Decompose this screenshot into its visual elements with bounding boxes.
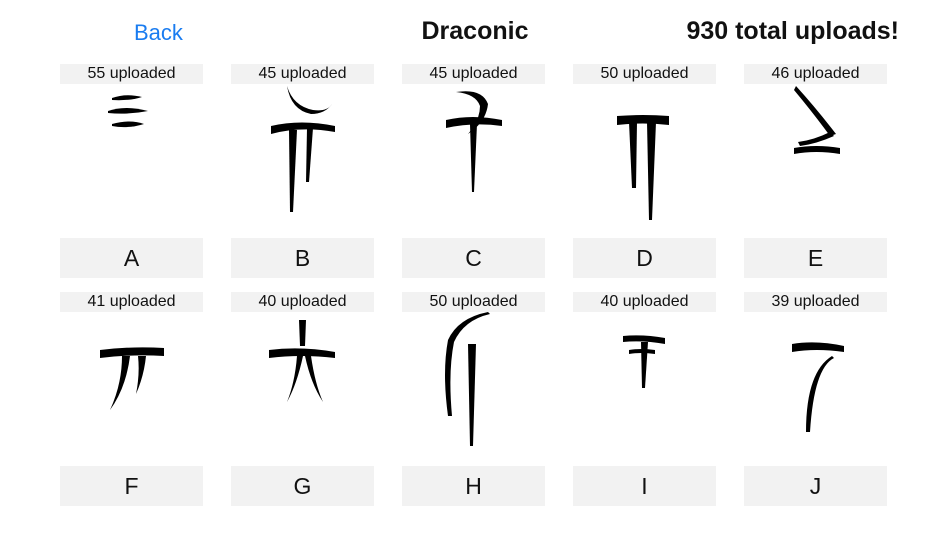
letter-grid: 55 uploaded A 45 uploaded B 45 uploaded xyxy=(60,64,888,508)
letter-cell-h[interactable]: 50 uploaded H xyxy=(402,292,545,506)
letter-label: J xyxy=(809,473,822,499)
letter-label: C xyxy=(465,245,482,271)
letter-label: B xyxy=(294,245,311,271)
glyph-image-a xyxy=(60,84,203,238)
glyph-image-j xyxy=(744,312,887,466)
glyph-image-e xyxy=(744,84,887,238)
letter-cell-e[interactable]: 46 uploaded E xyxy=(744,64,887,278)
letter-label: A xyxy=(123,245,140,271)
letter-cell-c[interactable]: 45 uploaded C xyxy=(402,64,545,278)
letter-label: D xyxy=(636,245,653,271)
letter-cell-f[interactable]: 41 uploaded F xyxy=(60,292,203,506)
letter-label: H xyxy=(465,473,482,499)
upload-count: 55 uploaded xyxy=(87,65,176,82)
upload-count: 46 uploaded xyxy=(771,65,860,82)
letter-label: G xyxy=(293,473,312,499)
upload-count: 50 uploaded xyxy=(429,293,518,310)
upload-count: 40 uploaded xyxy=(600,293,689,310)
letter-label: F xyxy=(124,473,139,499)
top-bar: Back Draconic 930 total uploads! xyxy=(0,0,950,64)
letter-cell-i[interactable]: 40 uploaded I xyxy=(573,292,716,506)
upload-count: 39 uploaded xyxy=(771,293,860,310)
upload-count: 41 uploaded xyxy=(87,293,176,310)
letter-cell-j[interactable]: 39 uploaded J xyxy=(744,292,887,506)
letter-label: I xyxy=(641,473,648,499)
letter-cell-a[interactable]: 55 uploaded A xyxy=(60,64,203,278)
upload-count: 40 uploaded xyxy=(258,293,347,310)
glyph-image-b xyxy=(231,84,374,238)
glyph-image-d xyxy=(573,84,716,238)
upload-count: 50 uploaded xyxy=(600,65,689,82)
letter-label: E xyxy=(807,245,824,271)
glyph-image-h xyxy=(402,312,545,466)
upload-count: 45 uploaded xyxy=(258,65,347,82)
letter-cell-d[interactable]: 50 uploaded D xyxy=(573,64,716,278)
glyph-image-i xyxy=(573,312,716,466)
letter-cell-g[interactable]: 40 uploaded G xyxy=(231,292,374,506)
upload-count: 45 uploaded xyxy=(429,65,518,82)
glyph-image-g xyxy=(231,312,374,466)
letter-cell-b[interactable]: 45 uploaded B xyxy=(231,64,374,278)
glyph-image-c xyxy=(402,84,545,238)
glyph-image-f xyxy=(60,312,203,466)
total-uploads-label: 930 total uploads! xyxy=(686,17,899,45)
